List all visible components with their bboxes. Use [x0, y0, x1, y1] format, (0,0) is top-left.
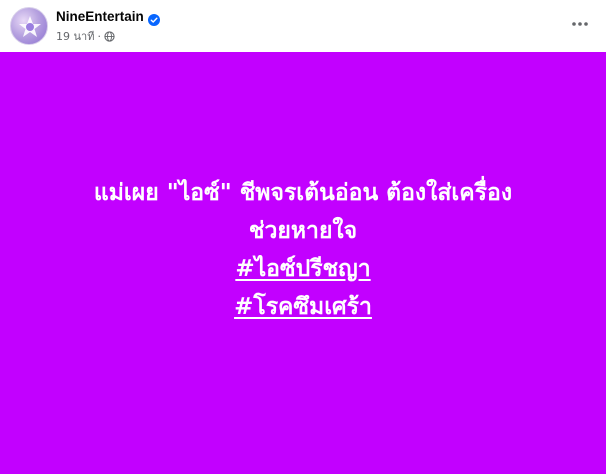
post-timestamp[interactable]: 19 นาที [56, 27, 94, 45]
post-header: NineEntertain 19 นาที · [0, 0, 606, 52]
timestamp-row: 19 นาที · [56, 27, 160, 45]
headline-line-2: ช่วยหายใจ [248, 218, 358, 244]
verified-badge-icon [147, 11, 160, 26]
page-avatar[interactable] [10, 7, 48, 45]
globe-icon[interactable] [104, 30, 115, 42]
hashtag-link-depression[interactable]: #โรคซึมเศร้า [234, 288, 372, 326]
page-name-link[interactable]: NineEntertain [56, 9, 144, 24]
more-options-icon[interactable] [568, 12, 592, 36]
facebook-post: NineEntertain 19 นาที · แม่เผย "ไอซ์" ชี… [0, 0, 606, 474]
avatar-logo-icon [19, 16, 41, 37]
hashtag-link-ice-preechaya[interactable]: #ไอซ์ปรีชญา [235, 250, 370, 288]
text-post-banner: แม่เผย "ไอซ์" ชีพจรเต้นอ่อน ต้องใส่เครื่… [0, 52, 606, 474]
separator-dot: · [97, 29, 101, 43]
post-meta: NineEntertain 19 นาที · [56, 9, 160, 45]
headline-line-1: แม่เผย "ไอซ์" ชีพจรเต้นอ่อน ต้องใส่เครื่… [93, 180, 513, 206]
name-row: NineEntertain [56, 9, 160, 26]
